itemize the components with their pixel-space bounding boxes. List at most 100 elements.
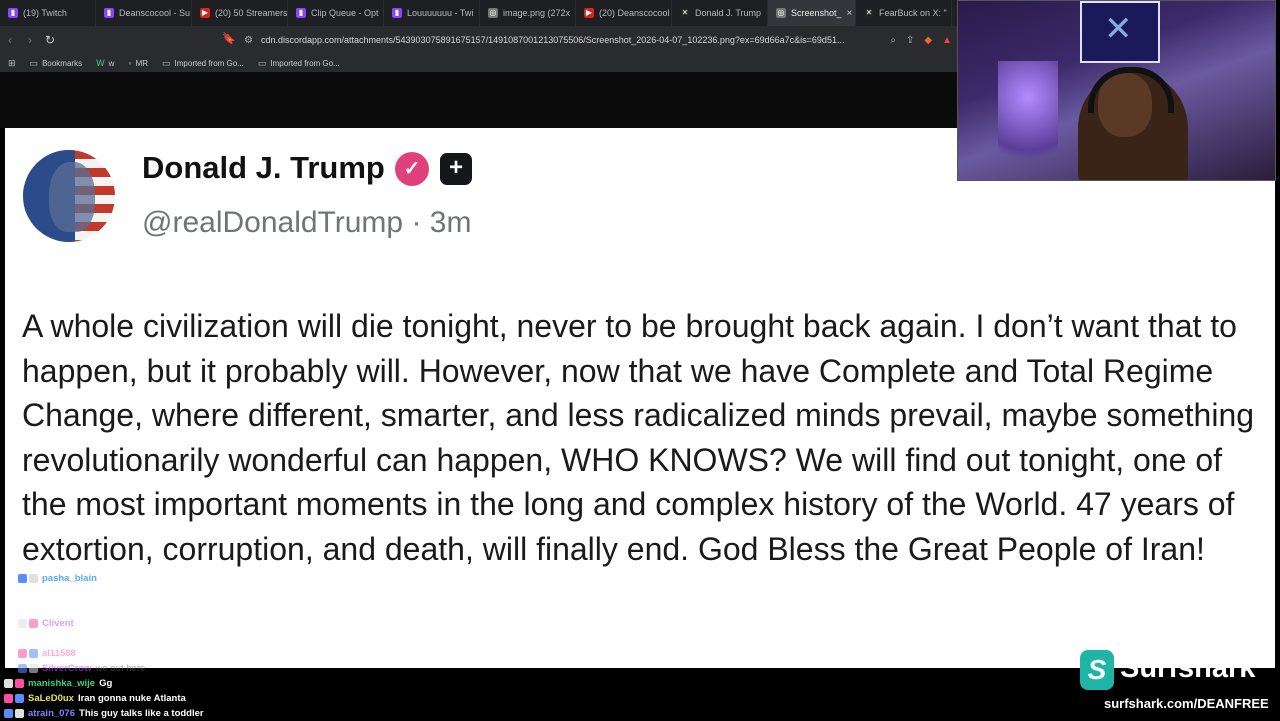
chat-badges xyxy=(18,619,38,628)
chat-text: we out here xyxy=(95,663,146,674)
tab-favicon-icon: ▮ xyxy=(8,8,18,18)
tab-favicon-icon: ▮ xyxy=(296,8,306,18)
browser-tab[interactable]: ✕ FearBuck on X: " xyxy=(856,0,952,26)
chat-badges xyxy=(4,709,24,718)
chat-badges xyxy=(18,664,38,673)
browser-tab[interactable]: ▶ (20) Deanscocool xyxy=(576,0,672,26)
folder-icon: ▭ xyxy=(257,57,267,68)
chat-message: SilverCrow we out here xyxy=(18,661,145,676)
address-bar[interactable]: ⚙ cdn.discordapp.com/attachments/5439030… xyxy=(244,30,958,50)
bookmark-label: MR xyxy=(135,58,149,68)
chat-username: atrain_076 xyxy=(28,708,76,719)
tab-favicon-icon: ▮ xyxy=(104,8,114,18)
browser-tab[interactable]: ✕ Donald J. Trump xyxy=(672,0,768,26)
browser-tab[interactable]: ▮ Deanscocool - Su xyxy=(96,0,192,26)
bookmark-item[interactable]: ▭ Imported from Go... xyxy=(162,58,244,69)
chat-username: SilverCrow xyxy=(42,663,92,674)
chat-message: al11588 xyxy=(18,646,80,661)
wall-poster xyxy=(1080,1,1160,63)
chat-badges xyxy=(18,574,38,583)
chat-badges xyxy=(4,694,24,703)
chat-badge-icon xyxy=(18,649,27,658)
image-viewer-background xyxy=(0,72,958,128)
browser-tab[interactable]: ▮ Clip Queue - Opt xyxy=(288,0,384,26)
chat-message: pasha_blain xyxy=(18,571,101,586)
chat-overlay: pasha_blain Clivent al11588 SilverCrow we ou… xyxy=(0,526,330,720)
sponsor-url: surfshark.com/DEANFREE xyxy=(1104,696,1269,711)
verified-badge-icon: ✓ xyxy=(395,152,429,186)
chat-message: manishka_wije Gg xyxy=(4,676,112,691)
chat-username: manishka_wije xyxy=(28,678,96,689)
browser-tab[interactable]: ▮ (19) Twitch xyxy=(0,0,96,26)
chat-badge-icon xyxy=(29,664,38,673)
apps-grid-icon[interactable]: ⊞ xyxy=(8,58,16,69)
tab-favicon-icon: ▶ xyxy=(200,8,210,18)
chat-username: SaLeD0ux xyxy=(28,693,74,704)
chat-badge-icon xyxy=(4,694,13,703)
chat-badge-icon xyxy=(4,709,13,718)
chat-badge-icon xyxy=(15,679,24,688)
chat-badge-icon xyxy=(15,694,24,703)
tab-favicon-icon: ▮ xyxy=(392,8,402,18)
browser-tab[interactable]: ▮ Louuuuuuu - Twi xyxy=(384,0,480,26)
tab-favicon-icon: ✕ xyxy=(680,8,690,18)
tab-title: (20) Deanscocool xyxy=(599,8,670,18)
forward-arrow-icon[interactable]: › xyxy=(20,33,40,47)
tab-close-icon[interactable]: × xyxy=(847,8,853,19)
surfshark-logo-icon: S xyxy=(1080,650,1114,690)
bookmark-label: w xyxy=(108,58,115,68)
site-info-icon[interactable]: ⚙ xyxy=(244,35,253,46)
bookmark-label: Imported from Go... xyxy=(174,58,244,68)
browser-tab-strip: ▮ (19) Twitch ▮ Deanscocool - Su ▶ (20) 50 St… xyxy=(0,0,958,26)
chat-badge-icon xyxy=(18,574,27,583)
bookmark-item[interactable]: Ww xyxy=(96,58,114,68)
chat-username: Clivent xyxy=(42,618,74,629)
zoom-icon[interactable]: ⌕ xyxy=(890,35,896,46)
chat-username: pasha_blain xyxy=(42,573,97,584)
tab-title: FearBuck on X: " xyxy=(879,8,947,18)
tab-title: image.png (272x xyxy=(503,8,571,18)
rewards-icon[interactable]: ▲ xyxy=(942,35,952,46)
chat-text: Gg xyxy=(99,678,113,689)
reload-icon[interactable]: ↻ xyxy=(40,33,60,47)
chat-badge-icon xyxy=(4,679,13,688)
share-icon[interactable]: ⇪ xyxy=(906,35,914,46)
chat-badge-icon xyxy=(15,709,24,718)
chat-badge-icon xyxy=(29,619,38,628)
avatar xyxy=(23,150,115,242)
tab-favicon-icon: ✕ xyxy=(864,8,874,18)
plus-badge-icon: + xyxy=(440,153,472,185)
tab-title: Donald J. Trump xyxy=(695,8,762,18)
post-handle: @realDonaldTrump · 3m xyxy=(142,206,472,239)
bookmark-item[interactable]: ▭ Bookmarks xyxy=(30,58,83,69)
browser-tab[interactable]: ◎ image.png (272x xyxy=(480,0,576,26)
tab-favicon-icon: ◎ xyxy=(776,8,786,18)
chat-badges xyxy=(18,649,38,658)
browser-tab[interactable]: ▶ (20) 50 Streamers xyxy=(192,0,288,26)
back-arrow-icon[interactable]: ‹ xyxy=(0,33,20,47)
bookmarks-bar: ⊞ ▭ Bookmarks Ww ◦ MR ▭ Imported from Go... ▭ Im… xyxy=(0,54,958,72)
chat-badge-icon xyxy=(18,619,27,628)
browser-tab[interactable]: ◎ Screenshot_ × xyxy=(768,0,856,26)
bookmark-label: Bookmarks xyxy=(42,58,83,68)
tab-favicon-icon: ◎ xyxy=(488,8,498,18)
mr-icon: ◦ xyxy=(128,58,132,68)
bookmark-item[interactable]: ◦ MR xyxy=(128,58,148,68)
tab-title: (19) Twitch xyxy=(23,8,67,18)
chat-text: This guy talks like a toddler xyxy=(79,708,204,719)
bookmark-item[interactable]: ▭ Imported from Go... xyxy=(258,58,340,69)
folder-icon: ▭ xyxy=(162,57,171,68)
sponsor-brand: Surfshark xyxy=(1120,652,1256,684)
brave-shield-icon[interactable]: ◆ xyxy=(924,35,932,46)
tab-title: (20) 50 Streamers xyxy=(215,8,288,18)
browser-toolbar: ‹ › ↻ 🔖 ⚙ cdn.discordapp.com/attachments… xyxy=(0,26,958,54)
webcam-overlay xyxy=(957,0,1276,181)
bookmark-page-icon[interactable]: 🔖 xyxy=(222,32,236,45)
chat-message: Clivent xyxy=(18,616,78,631)
w-logo-icon: W xyxy=(96,58,105,68)
sponsor-banner: S Surfshark surfshark.com/DEANFREE xyxy=(1080,648,1275,716)
bookmark-folder-icon: ▭ xyxy=(29,57,39,68)
chat-badge-icon xyxy=(18,664,27,673)
chat-text: Iran gonna nuke Atlanta xyxy=(77,693,186,704)
chat-message: atrain_076 This guy talks like a toddler xyxy=(4,706,204,721)
